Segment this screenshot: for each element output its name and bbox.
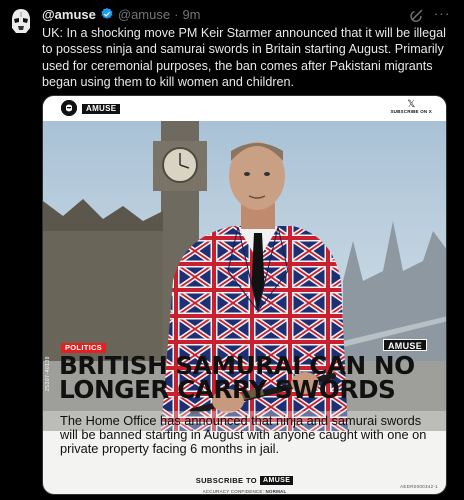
subscribe-footer: SUBSCRIBE TO AMUSE ACCURACY CONFIDENCE: … bbox=[43, 470, 446, 494]
tweet-header: @amuse @amuse · 9m bbox=[42, 6, 424, 22]
grok-button[interactable] bbox=[409, 7, 425, 23]
confidence-value: NORMAL bbox=[265, 489, 287, 494]
x-logo-icon: 𝕏 bbox=[407, 99, 416, 110]
timestamp[interactable]: 9m bbox=[182, 7, 200, 22]
user-handle[interactable]: @amuse bbox=[118, 7, 170, 22]
watermark: AMUSE bbox=[383, 339, 428, 351]
grok-icon bbox=[410, 9, 423, 22]
card-top-bar: AMUSE 𝕏 SUBSCRIBE ON X bbox=[43, 96, 446, 121]
amuse-logo-icon bbox=[61, 100, 77, 116]
subscribe-label-row: SUBSCRIBE TO AMUSE bbox=[196, 476, 294, 485]
subscribe-label: SUBSCRIBE TO bbox=[195, 476, 258, 485]
avatar[interactable] bbox=[8, 6, 34, 36]
reference-code: AEDR0000342-1 bbox=[400, 484, 438, 489]
verified-badge-icon bbox=[101, 7, 113, 19]
accuracy-confidence: ACCURACY CONFIDENCE: NORMAL bbox=[43, 489, 446, 494]
tweet-media-image[interactable]: AMUSE 𝕏 SUBSCRIBE ON X 25307-40138 AMUSE… bbox=[42, 95, 447, 495]
more-icon: ··· bbox=[433, 5, 451, 21]
more-options-button[interactable]: ··· bbox=[432, 5, 452, 23]
article-body: The Home Office has announced that ninja… bbox=[60, 413, 427, 456]
stormtrooper-avatar-icon bbox=[8, 6, 34, 36]
subscribe-on-x-label: SUBSCRIBE ON X bbox=[390, 109, 432, 114]
separator-dot: · bbox=[174, 6, 179, 22]
tweet-text: UK: In a shocking move PM Keir Starmer a… bbox=[42, 26, 446, 90]
subscribe-brand: AMUSE bbox=[260, 476, 294, 485]
headline: BRITISH SAMURAI CAN NO LONGER CARRY SWOR… bbox=[59, 351, 415, 404]
brand-label: AMUSE bbox=[82, 104, 121, 114]
subscribe-on-x: 𝕏 SUBSCRIBE ON X bbox=[390, 99, 432, 115]
confidence-label: ACCURACY CONFIDENCE: bbox=[202, 489, 265, 494]
photo-code: 25307-40138 bbox=[45, 356, 51, 391]
display-name[interactable]: @amuse bbox=[42, 7, 96, 22]
